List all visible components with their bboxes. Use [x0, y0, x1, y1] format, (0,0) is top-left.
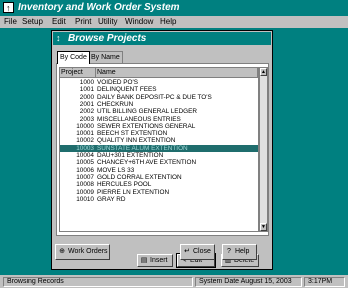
project-code-cell: 10003 — [76, 144, 94, 152]
column-header-project[interactable]: Project — [60, 68, 96, 78]
project-name-cell: SEWER EXTENTIONS GENERAL — [97, 122, 196, 130]
project-name-cell: HERCULES POOL — [97, 181, 152, 189]
tab-by-code[interactable]: By Code — [57, 51, 90, 64]
table-row[interactable]: 10006 MOVE LS 33 — [60, 167, 258, 174]
dialog-icon: ↕ — [56, 33, 61, 43]
project-name-cell: GRAY RD — [97, 195, 126, 203]
project-name-cell: GOLD CORRAL EXTENTION — [97, 173, 182, 181]
scroll-down-arrow-icon[interactable]: ▼ — [260, 223, 267, 231]
app-icon[interactable]: ↑ — [3, 2, 14, 13]
close-button-label: Close — [193, 248, 211, 255]
help-button[interactable]: ? Help — [222, 244, 257, 260]
project-code-cell: 10006 — [76, 166, 94, 174]
table-header: Project Name — [60, 68, 258, 78]
table-row[interactable]: 10007 GOLD CORRAL EXTENTION — [60, 174, 258, 181]
project-name-cell: CHECKRUN — [97, 100, 134, 108]
app-title-bar[interactable]: ↑ Inventory and Work Order System — [0, 0, 348, 16]
table-row[interactable]: 1000 VOIDED PO'S — [60, 79, 258, 86]
status-bar: Browsing Records System Date August 15, … — [0, 275, 348, 288]
project-code-cell: 10004 — [76, 152, 94, 159]
project-code-cell: 10007 — [76, 173, 94, 181]
menu-file[interactable]: File — [4, 17, 17, 27]
work-orders-button[interactable]: ⊕ Work Orders — [55, 244, 110, 260]
app-title: Inventory and Work Order System — [18, 2, 180, 13]
scroll-up-arrow-icon[interactable]: ▲ — [260, 68, 267, 76]
project-code-cell: 10010 — [76, 195, 94, 203]
table-row[interactable]: 2000 DAILY BANK DEPOSIT-PC & DUE TO'S — [60, 94, 258, 101]
app-icon-glyph: ↑ — [6, 3, 11, 13]
menu-utility[interactable]: Utility — [98, 17, 118, 27]
magnifier-icon: ⊕ — [59, 248, 65, 255]
project-code-cell: 10000 — [76, 122, 94, 130]
project-name-cell: MISCELLANEOUS ENTRIES — [97, 115, 181, 123]
table-row[interactable]: 10009 PIERRE LN EXTENTION — [60, 189, 258, 196]
dialog-title: Browse Projects — [68, 33, 147, 44]
project-code-cell: 1001 — [79, 86, 94, 94]
menu-window[interactable]: Window — [125, 17, 153, 27]
project-name-cell: MOVE LS 33 — [97, 166, 135, 174]
status-message: Browsing Records — [3, 277, 193, 287]
table-row[interactable]: 1001 DELINQUENT FEES — [60, 86, 258, 93]
table-row[interactable]: 10001 BEECH ST EXTENTION — [60, 130, 258, 137]
table-row[interactable]: 10004 DAU+301 EXTENTION — [60, 152, 258, 159]
project-code-cell: 10008 — [76, 181, 94, 189]
project-code-cell: 10002 — [76, 137, 94, 145]
browse-projects-dialog: ↕ Browse Projects By Code By Name Projec… — [51, 30, 273, 270]
dialog-title-bar[interactable]: ↕ Browse Projects — [53, 32, 271, 45]
status-time: 3:17PM — [304, 277, 345, 287]
project-code-cell: 2002 — [79, 108, 94, 116]
project-name-cell: DAU+301 EXTENTION — [97, 152, 164, 159]
project-name-cell: VOIDED PO'S — [97, 79, 138, 86]
project-name-cell: DELINQUENT FEES — [97, 86, 157, 94]
vertical-scrollbar[interactable]: ▲ ▼ — [259, 67, 268, 232]
table-row[interactable]: 2003 MISCELLANEOUS ENTRIES — [60, 116, 258, 123]
project-code-cell: 2000 — [79, 93, 94, 101]
status-date: System Date August 15, 2003 — [195, 277, 302, 287]
help-button-label: Help — [235, 248, 250, 255]
project-name-cell: UTIL BILLING GENERAL LEDGER — [97, 108, 198, 116]
project-name-cell: PIERRE LN EXTENTION — [97, 188, 170, 196]
table-row[interactable]: 10010 GRAY RD — [60, 196, 258, 203]
insert-button-label: Insert — [150, 257, 168, 264]
table-row[interactable]: 2002 UTIL BILLING GENERAL LEDGER — [60, 108, 258, 115]
menu-print[interactable]: Print — [75, 17, 91, 27]
project-name-cell: QUALITY INN EXTENTION — [97, 137, 176, 145]
project-name-cell: CHANCEY+6TH AVE EXTENTION — [97, 159, 197, 167]
projects-table[interactable]: Project Name 1000 VOIDED PO'S 1001 DELINQUE… — [59, 67, 259, 232]
menu-bar: File Setup Edit Print Utility Window Hel… — [0, 16, 348, 28]
project-name-cell: SUNSTATE ALUM EXTENTION — [97, 144, 188, 152]
table-row[interactable]: 10008 HERCULES POOL — [60, 181, 258, 188]
help-icon: ? — [227, 248, 231, 255]
table-row[interactable]: 10005 CHANCEY+6TH AVE EXTENTION — [60, 159, 258, 166]
project-code-cell: 2001 — [79, 100, 94, 108]
close-icon: ↵ — [184, 248, 190, 255]
project-code-cell: 10009 — [76, 188, 94, 196]
menu-setup[interactable]: Setup — [22, 17, 43, 27]
close-button[interactable]: ↵ Close — [180, 244, 215, 260]
table-row[interactable]: 10002 QUALITY INN EXTENTION — [60, 137, 258, 144]
project-code-cell: 10005 — [76, 159, 94, 167]
column-header-name[interactable]: Name — [96, 68, 258, 78]
project-code-cell: 2003 — [79, 115, 94, 123]
table-row[interactable]: 10003 SUNSTATE ALUM EXTENTION — [60, 144, 258, 152]
project-code-cell: 10001 — [76, 130, 94, 138]
table-row[interactable]: 2001 CHECKRUN — [60, 101, 258, 108]
work-orders-button-label: Work Orders — [68, 248, 108, 255]
menu-help[interactable]: Help — [160, 17, 176, 27]
project-name-cell: DAILY BANK DEPOSIT-PC & DUE TO'S — [97, 93, 212, 101]
insert-button[interactable]: ▤ Insert — [137, 254, 173, 267]
tab-by-name[interactable]: By Name — [88, 51, 123, 63]
project-name-cell: BEECH ST EXTENTION — [97, 130, 168, 138]
insert-icon: ▤ — [140, 257, 148, 264]
menu-edit[interactable]: Edit — [52, 17, 66, 27]
table-row[interactable]: 10000 SEWER EXTENTIONS GENERAL — [60, 123, 258, 130]
project-code-cell: 1000 — [79, 79, 94, 86]
